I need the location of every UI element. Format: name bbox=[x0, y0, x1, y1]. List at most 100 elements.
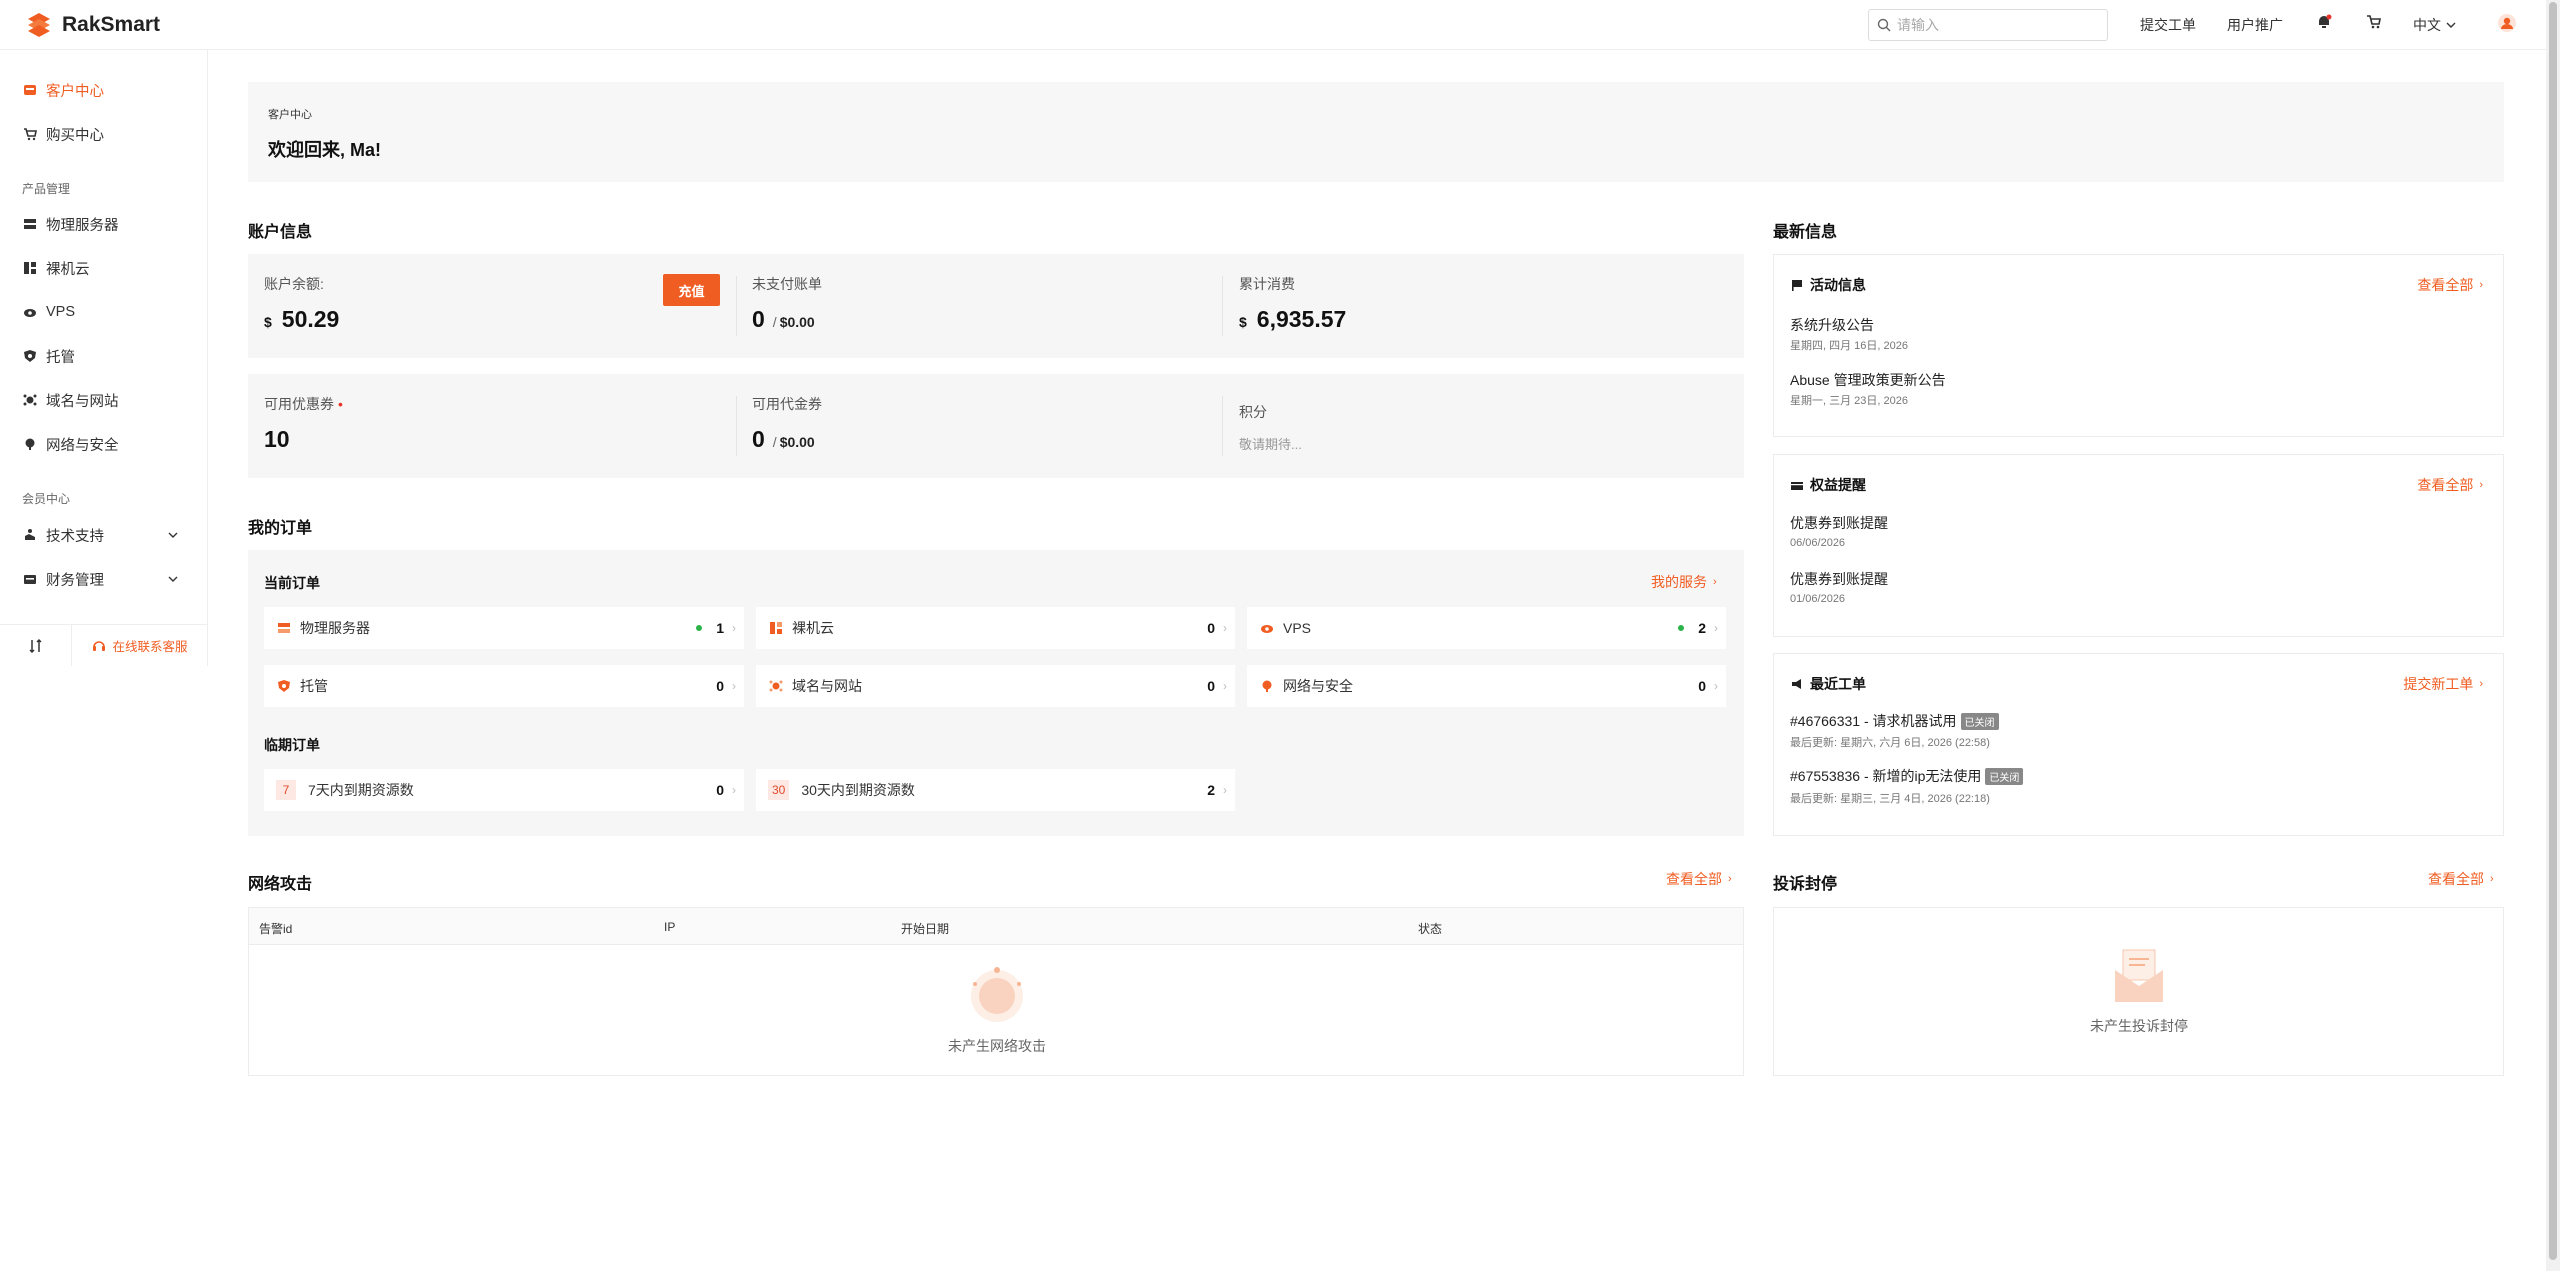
points-stat: 积分 敬请期待... bbox=[1239, 402, 1302, 453]
order-label: 网络与安全 bbox=[1283, 678, 1353, 694]
chevron-right-icon: › bbox=[1728, 873, 1732, 885]
chevron-right-icon: › bbox=[2479, 678, 2483, 690]
cart-icon[interactable] bbox=[2366, 14, 2382, 33]
points-value: 敬请期待... bbox=[1239, 437, 1302, 452]
sidebar-item-domain[interactable]: 域名与网站 bbox=[22, 388, 119, 412]
balance-value: 50.29 bbox=[281, 306, 340, 332]
news-item-title[interactable]: 优惠券到账提醒 bbox=[1790, 513, 1888, 533]
sidebar-item-physical-server[interactable]: 物理服务器 bbox=[22, 212, 119, 236]
news-item-date: 06/06/2026 bbox=[1790, 537, 1846, 549]
server-icon bbox=[22, 216, 38, 232]
activity-view-all-link[interactable]: 查看全部 › bbox=[2417, 275, 2483, 295]
new-ticket-link[interactable]: 提交新工单 › bbox=[2403, 674, 2483, 694]
status-badge: 已关闭 bbox=[1960, 712, 1999, 730]
divider bbox=[1222, 276, 1223, 336]
chevron-right-icon: › bbox=[2479, 479, 2483, 491]
sidebar-item-label: 裸机云 bbox=[46, 261, 90, 278]
total-spend-stat: 累计消费 $6,935.57 bbox=[1239, 274, 1346, 333]
complaints-view-all-link[interactable]: 查看全部 › bbox=[2428, 869, 2494, 889]
order-card-network[interactable]: 网络与安全 0 › bbox=[1247, 665, 1726, 707]
order-card-hosting[interactable]: 托管 0 › bbox=[264, 665, 744, 707]
greeting: 欢迎回来, Ma! bbox=[268, 140, 382, 160]
attacks-view-all-link[interactable]: 查看全部 › bbox=[1666, 869, 1732, 889]
sidebar-item-vps[interactable]: VPS bbox=[22, 300, 75, 324]
search-input[interactable]: 请输入 bbox=[1868, 9, 2108, 41]
activity-box: 活动信息 查看全部 › 系统升级公告 星期四, 四月 16日, 2026 Abus… bbox=[1773, 254, 2504, 437]
coupon-stat[interactable]: 可用优惠券 • 10 bbox=[264, 394, 343, 453]
ticket-item[interactable]: #67553836 - 新增的ip无法使用 已关闭 bbox=[1790, 766, 2024, 786]
divider bbox=[1222, 396, 1223, 456]
affiliate-link[interactable]: 用户推广 bbox=[2227, 15, 2283, 35]
attacks-table-header: 告警id IP 开始日期 状态 bbox=[248, 907, 1744, 945]
order-count: 0 bbox=[716, 678, 724, 694]
balance-label: 账户余额: bbox=[264, 276, 324, 292]
chevron-right-icon: › bbox=[1223, 621, 1227, 635]
submit-ticket-link[interactable]: 提交工单 bbox=[2140, 15, 2196, 35]
voucher-count: 0 bbox=[752, 426, 765, 452]
online-service-label: 在线联系客服 bbox=[112, 640, 188, 654]
currency-symbol: $ bbox=[264, 314, 272, 330]
empty-state-icon bbox=[971, 967, 1023, 1022]
expiring-30-days[interactable]: 30 30天内到期资源数 2 › bbox=[756, 769, 1235, 811]
logo[interactable]: RakSmart bbox=[24, 10, 160, 40]
sidebar-item-finance[interactable]: 财务管理 bbox=[22, 567, 182, 591]
search-icon bbox=[1877, 18, 1891, 32]
shield-icon bbox=[276, 678, 292, 694]
news-item-title[interactable]: 优惠券到账提醒 bbox=[1790, 569, 1888, 589]
ticket-title: #46766331 - 请求机器试用 bbox=[1790, 713, 1957, 729]
my-services-link[interactable]: 我的服务 › bbox=[1651, 572, 1717, 592]
sidebar-item-customer-center[interactable]: 客户中心 bbox=[22, 78, 104, 102]
news-item-title[interactable]: Abuse 管理政策更新公告 bbox=[1790, 370, 1946, 390]
order-card-baremetal[interactable]: 裸机云 0 › bbox=[756, 607, 1235, 649]
sidebar-item-network[interactable]: 网络与安全 bbox=[22, 432, 119, 456]
server-icon bbox=[276, 620, 292, 636]
order-card-vps[interactable]: VPS 2 › bbox=[1247, 607, 1726, 649]
order-card-physical-server[interactable]: 物理服务器 1 › bbox=[264, 607, 744, 649]
sidebar-item-purchase-center[interactable]: 购买中心 bbox=[22, 122, 104, 146]
scrollbar[interactable] bbox=[2546, 0, 2560, 1271]
recharge-button[interactable]: 充值 bbox=[663, 274, 720, 306]
voucher-label: 可用代金券 bbox=[752, 396, 822, 412]
news-title: 最新信息 bbox=[1773, 224, 1838, 241]
news-item-date: 星期一, 三月 23日, 2026 bbox=[1790, 395, 1908, 407]
sidebar-item-tech-support[interactable]: 技术支持 bbox=[22, 523, 182, 547]
sidebar-item-hosting[interactable]: 托管 bbox=[22, 344, 75, 368]
divider bbox=[736, 276, 737, 336]
top-bar: RakSmart 请输入 提交工单 用户推广 中文 bbox=[0, 0, 2546, 50]
user-avatar-icon[interactable] bbox=[2497, 13, 2517, 36]
total-value: 6,935.57 bbox=[1256, 306, 1347, 332]
language-select[interactable]: 中文 bbox=[2413, 15, 2456, 35]
order-label: 托管 bbox=[300, 678, 328, 694]
total-label: 累计消费 bbox=[1239, 276, 1295, 292]
chevron-down-icon[interactable] bbox=[168, 574, 178, 584]
baremetal-icon bbox=[22, 260, 38, 276]
news-item-title[interactable]: 系统升级公告 bbox=[1790, 315, 1874, 335]
sidebar-item-label: 域名与网站 bbox=[46, 393, 119, 410]
order-count: 0 bbox=[1698, 678, 1706, 694]
ticket-item[interactable]: #46766331 - 请求机器试用 已关闭 bbox=[1790, 711, 1999, 731]
bell-icon[interactable] bbox=[2316, 14, 2332, 33]
sidebar-item-label: 财务管理 bbox=[46, 572, 104, 589]
chevron-right-icon: › bbox=[732, 783, 736, 797]
support-icon bbox=[22, 527, 38, 543]
flag-icon bbox=[1790, 278, 1804, 292]
online-service-button[interactable]: 在线联系客服 bbox=[72, 625, 208, 666]
sidebar-item-label: 物理服务器 bbox=[46, 217, 119, 234]
chevron-right-icon: › bbox=[1713, 576, 1717, 588]
sidebar-item-baremetal[interactable]: 裸机云 bbox=[22, 256, 90, 280]
order-count: 2 bbox=[1698, 620, 1706, 636]
benefits-view-all-link[interactable]: 查看全部 › bbox=[2417, 475, 2483, 495]
chevron-down-icon[interactable] bbox=[168, 530, 178, 540]
chevron-right-icon: › bbox=[1223, 783, 1227, 797]
account-info-title: 账户信息 bbox=[248, 224, 313, 241]
collapse-sidebar-button[interactable] bbox=[0, 625, 72, 666]
expiring-label: 30天内到期资源数 bbox=[801, 782, 915, 798]
active-dot bbox=[696, 625, 703, 631]
sidebar-item-label: VPS bbox=[46, 304, 76, 320]
ticket-title: #67553836 - 新增的ip无法使用 bbox=[1790, 768, 1982, 784]
expiring-7-days[interactable]: 7 7天内到期资源数 0 › bbox=[264, 769, 744, 811]
order-card-domain[interactable]: 域名与网站 0 › bbox=[756, 665, 1235, 707]
column-header: 开始日期 bbox=[901, 922, 950, 936]
box-title: 权益提醒 bbox=[1810, 477, 1866, 493]
scrollbar-thumb[interactable] bbox=[2549, 2, 2557, 1260]
